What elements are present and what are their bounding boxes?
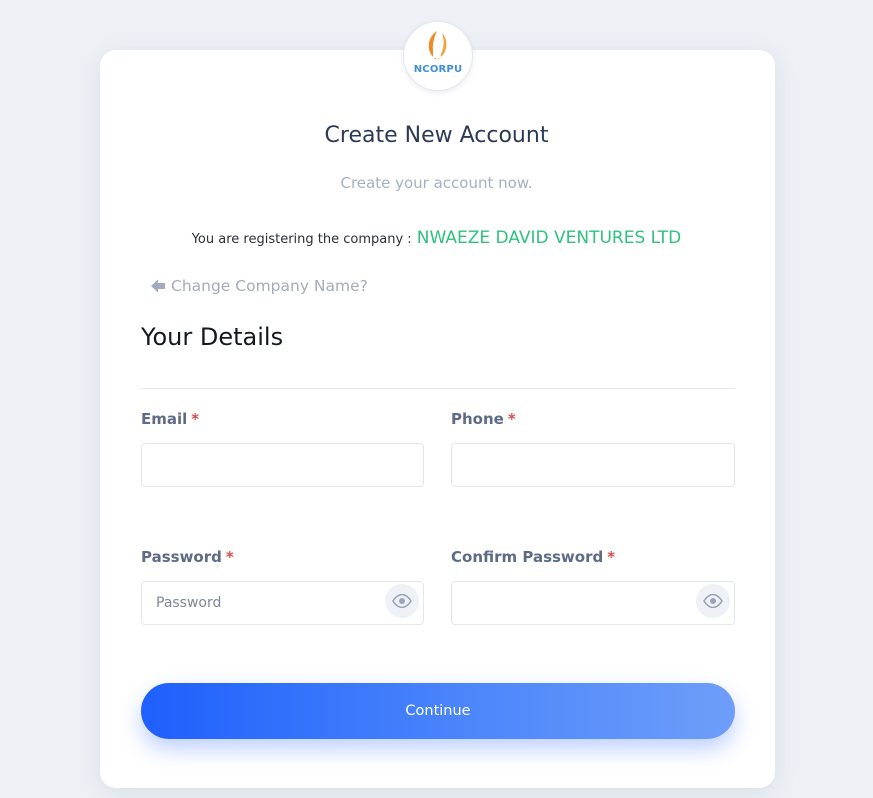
required-marker: *: [191, 410, 200, 428]
phone-field[interactable]: [451, 443, 735, 487]
section-title: Your Details: [141, 323, 284, 351]
arrow-left-icon: [151, 279, 165, 293]
required-marker: *: [507, 410, 516, 428]
password-field[interactable]: [141, 581, 424, 625]
required-marker: *: [607, 548, 616, 566]
required-marker: *: [225, 548, 234, 566]
password-visibility-toggle[interactable]: [385, 584, 419, 618]
phone-label-text: Phone: [451, 410, 504, 428]
company-prefix: You are registering the company :: [191, 232, 412, 247]
confirm-password-label-text: Confirm Password: [451, 548, 604, 566]
confirm-password-label: Confirm Password *: [451, 548, 615, 566]
logo-text: NCORPU: [413, 64, 463, 75]
password-label-text: Password: [141, 548, 222, 566]
page-title: Create New Account: [324, 123, 549, 148]
logo-flame-icon: [428, 31, 447, 60]
eye-icon: [392, 594, 412, 608]
confirm-password-field[interactable]: [451, 581, 735, 625]
change-company-link[interactable]: Change Company Name?: [150, 277, 368, 295]
company-logo: NCORPU: [403, 21, 473, 91]
confirm-password-visibility-toggle[interactable]: [696, 584, 730, 618]
email-field[interactable]: [141, 443, 424, 487]
email-label: Email *: [141, 410, 199, 428]
email-label-text: Email: [141, 410, 188, 428]
company-name: NWAEZE DAVID VENTURES LTD: [416, 228, 682, 248]
phone-label: Phone *: [451, 410, 516, 428]
change-company-label: Change Company Name?: [171, 277, 368, 295]
divider: [141, 388, 735, 389]
company-info: You are registering the company : NWAEZE…: [0, 228, 873, 248]
continue-button[interactable]: Continue: [141, 683, 735, 739]
password-label: Password *: [141, 548, 234, 566]
eye-icon: [703, 594, 723, 608]
registration-card: [100, 50, 775, 788]
page-subtitle: Create your account now.: [340, 174, 533, 192]
